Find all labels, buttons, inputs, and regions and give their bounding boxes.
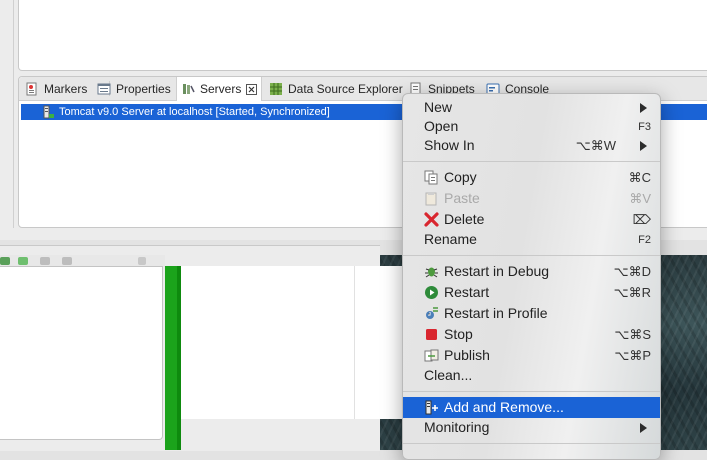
tab-servers[interactable]: Servers [176, 77, 263, 101]
left-edge-panel [0, 0, 14, 228]
tab-data-source-explorer[interactable]: Data Source Explorer [265, 77, 407, 100]
menu-item-add-and-remove[interactable]: Add and Remove... [403, 397, 660, 418]
profile-icon [424, 306, 439, 321]
menu-item-show-in[interactable]: Show In ⌥⌘W [403, 135, 660, 156]
debug-icon [424, 264, 439, 279]
menu-item-shortcut: F2 [638, 234, 651, 246]
run-icon [0, 257, 10, 265]
tomcat-server-icon [43, 105, 55, 119]
menu-item-label: Stop [444, 326, 473, 342]
submenu-arrow-icon [640, 141, 647, 151]
server-row-label: Tomcat v9.0 Server at localhost [Started… [59, 106, 330, 118]
paste-icon [424, 191, 439, 206]
menu-separator [403, 443, 660, 444]
menu-item-monitoring[interactable]: Monitoring [403, 417, 660, 438]
menu-item-new[interactable]: New [403, 97, 660, 118]
menu-item-label: Add and Remove... [444, 399, 564, 415]
menu-item-label: Copy [444, 169, 477, 185]
tab-label: Data Source Explorer [288, 81, 403, 96]
menu-item-shortcut: ⌘C [628, 170, 651, 185]
tab-label: Properties [116, 81, 171, 96]
editor-area[interactable] [18, 0, 707, 71]
properties-icon [97, 82, 111, 96]
menu-item-copy[interactable]: Copy ⌘C [403, 167, 660, 188]
menu-item-restart[interactable]: Restart ⌥⌘R [403, 282, 660, 303]
menu-item-clean[interactable]: Clean... [403, 365, 660, 386]
tab-properties[interactable]: Properties [93, 77, 175, 100]
stop-icon [424, 327, 439, 342]
context-menu: New Open F3 Show In ⌥⌘W Copy ⌘C Paste ⌘V… [402, 93, 661, 460]
menu-item-shortcut: ⌥⌘W [575, 138, 616, 153]
delete-icon [424, 212, 439, 227]
menu-separator [403, 255, 660, 256]
tab-markers[interactable]: Markers [21, 77, 91, 100]
close-icon[interactable] [246, 83, 258, 95]
add-remove-icon [424, 400, 439, 415]
menu-item-restart-in-debug[interactable]: Restart in Debug ⌥⌘D [403, 261, 660, 282]
markers-icon [25, 82, 39, 96]
menu-item-label: Rename [424, 231, 477, 247]
menu-item-stop[interactable]: Stop ⌥⌘S [403, 324, 660, 345]
publish-icon [424, 348, 439, 363]
copy-icon [424, 170, 439, 185]
data-source-icon [269, 82, 283, 96]
divider [354, 266, 355, 419]
menu-item-label: Restart [444, 284, 490, 300]
menu-item-label: New [424, 99, 453, 115]
menu-item-label: Show In [424, 137, 475, 153]
menu-item-shortcut: ⌥⌘S [614, 327, 651, 342]
tab-label: Servers [200, 82, 242, 96]
menu-item-label: Clean... [424, 367, 473, 383]
submenu-arrow-icon [640, 103, 647, 113]
menu-item-label: Paste [444, 190, 480, 206]
tool-icon [62, 257, 72, 265]
submenu-arrow-icon [640, 423, 647, 433]
tab-label: Markers [44, 81, 88, 96]
menu-item-shortcut: ⌘V [629, 191, 651, 206]
background-panel [0, 266, 163, 440]
menu-item-publish[interactable]: Publish ⌥⌘P [403, 345, 660, 366]
menu-item-rename[interactable]: Rename F2 [403, 229, 660, 250]
green-sidebar [165, 266, 181, 450]
menu-item-shortcut: ⌥⌘R [613, 285, 651, 300]
play-icon [18, 257, 28, 265]
tool-icon [40, 257, 50, 265]
background-content-area [181, 266, 402, 419]
menu-item-shortcut: ⌦ [632, 212, 651, 227]
menu-item-delete[interactable]: Delete ⌦ [403, 209, 660, 230]
restart-icon [424, 285, 439, 300]
menu-separator [403, 161, 660, 162]
servers-icon [181, 82, 195, 96]
menu-item-shortcut: ⌥⌘P [614, 348, 651, 363]
menu-item-paste[interactable]: Paste ⌘V [403, 188, 660, 209]
menu-item-shortcut: F3 [638, 121, 651, 133]
menu-item-label: Open [424, 118, 459, 134]
menu-item-open[interactable]: Open F3 [403, 116, 660, 137]
menu-item-shortcut: ⌥⌘D [613, 264, 651, 279]
menu-item-label: Delete [444, 211, 485, 227]
menu-item-label: Monitoring [424, 419, 490, 435]
menu-item-label: Restart in Debug [444, 263, 550, 279]
menu-item-label: Restart in Profile [444, 305, 548, 321]
menu-separator [403, 391, 660, 392]
minimize-icon[interactable] [138, 257, 146, 265]
menu-item-label: Publish [444, 347, 490, 363]
menu-item-restart-in-profile[interactable]: Restart in Profile [403, 303, 660, 324]
